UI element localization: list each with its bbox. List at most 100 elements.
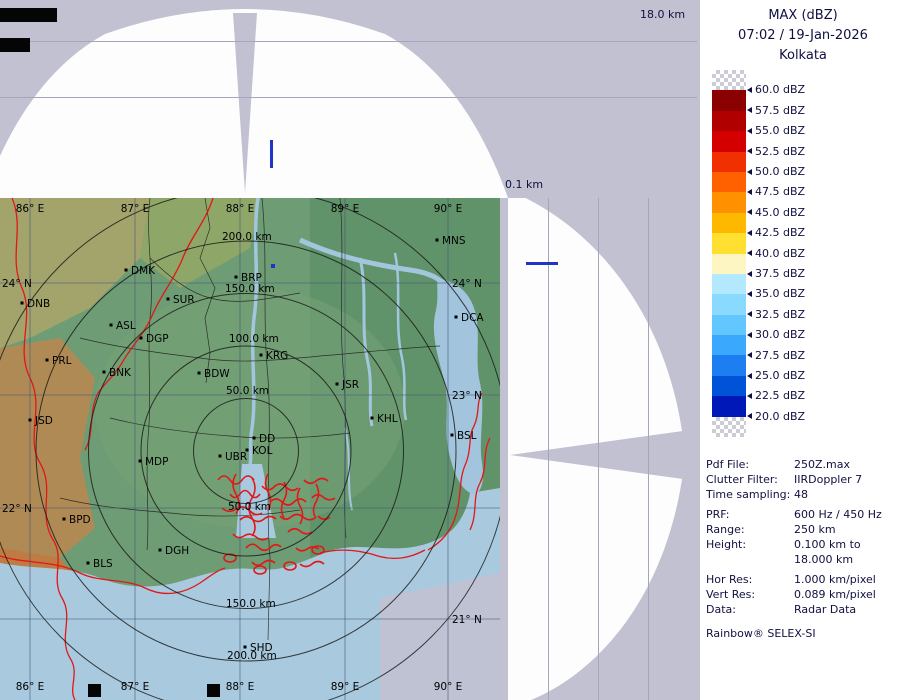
legend-label-text: 52.5 dBZ bbox=[755, 145, 805, 158]
city-dot bbox=[29, 419, 32, 422]
city-label: PRL bbox=[52, 355, 72, 367]
legend-cell bbox=[712, 274, 746, 294]
lon-label: 90° E bbox=[434, 203, 463, 215]
city-dot bbox=[159, 549, 162, 552]
city-label: DD bbox=[259, 433, 275, 445]
param-value: 250Z.max bbox=[794, 457, 904, 472]
legend-label: 55.0 dBZ bbox=[747, 124, 805, 137]
legend-cell bbox=[712, 376, 746, 396]
param-label: Vert Res: bbox=[706, 587, 794, 602]
city-label: KRG bbox=[266, 350, 288, 362]
city-dot bbox=[87, 562, 90, 565]
legend-cell bbox=[712, 192, 746, 212]
lon-label: 90° E bbox=[434, 681, 463, 693]
city-dot bbox=[336, 383, 339, 386]
legend-label: 47.5 dBZ bbox=[747, 185, 805, 198]
city-dot bbox=[235, 276, 238, 279]
lon-label: 87° E bbox=[121, 203, 150, 215]
city-label: MNS bbox=[442, 235, 466, 247]
param-label: Pdf File: bbox=[706, 457, 794, 472]
top-left-box bbox=[0, 8, 57, 22]
param-row: 18.000 km bbox=[706, 552, 904, 567]
legend-label: 37.5 dBZ bbox=[747, 267, 805, 280]
city-label: DGP bbox=[146, 333, 169, 345]
legend-label-text: 27.5 dBZ bbox=[755, 349, 805, 362]
legend-label: 20.0 dBZ bbox=[747, 410, 805, 423]
city-label: BSL bbox=[457, 430, 477, 442]
legend-cell bbox=[712, 152, 746, 172]
legend-cell bbox=[712, 111, 746, 131]
lat-label: 24° N bbox=[2, 278, 32, 290]
legend-label-text: 55.0 dBZ bbox=[755, 124, 805, 137]
param-row: Hor Res:1.000 km/pixel bbox=[706, 572, 904, 587]
city-label: MDP bbox=[145, 456, 168, 468]
city-dot bbox=[198, 372, 201, 375]
legend-cell bbox=[712, 131, 746, 151]
legend-label-text: 32.5 dBZ bbox=[755, 308, 805, 321]
product-timestamp: 07:02 / 19-Jan-2026 bbox=[700, 28, 906, 43]
range-ring-label: 150.0 km bbox=[226, 598, 276, 610]
legend-tick-icon bbox=[747, 189, 752, 195]
city-dot bbox=[253, 437, 256, 440]
legend-cell bbox=[712, 70, 746, 90]
legend-cell bbox=[712, 294, 746, 314]
city-label: KOL bbox=[252, 445, 273, 457]
legend-tick-icon bbox=[747, 230, 752, 236]
legend-label-text: 40.0 dBZ bbox=[755, 247, 805, 260]
legend-tick-icon bbox=[747, 128, 752, 134]
legend-cell bbox=[712, 315, 746, 335]
legend-label-text: 30.0 dBZ bbox=[755, 328, 805, 341]
legend-tick-icon bbox=[747, 352, 752, 358]
city-dot bbox=[455, 316, 458, 319]
city-label: DNB bbox=[27, 298, 50, 310]
city-dot bbox=[219, 455, 222, 458]
param-value: 0.100 km to bbox=[794, 537, 904, 552]
city-label: BPD bbox=[69, 514, 91, 526]
legend-tick-icon bbox=[747, 413, 752, 419]
legend-cell bbox=[712, 335, 746, 355]
legend-cell bbox=[712, 233, 746, 253]
legend-label: 60.0 dBZ bbox=[747, 83, 805, 96]
legend-tick-icon bbox=[747, 148, 752, 154]
legend-label: 32.5 dBZ bbox=[747, 308, 805, 321]
product-title: MAX (dBZ) bbox=[700, 8, 906, 23]
param-value: 600 Hz / 450 Hz bbox=[794, 507, 904, 522]
legend-label-text: 37.5 dBZ bbox=[755, 267, 805, 280]
vertical-panel-top bbox=[0, 0, 700, 198]
lon-label: 88° E bbox=[226, 681, 255, 693]
legend-label: 52.5 dBZ bbox=[747, 145, 805, 158]
param-rows: Pdf File:250Z.maxClutter Filter:IIRDoppl… bbox=[706, 457, 904, 617]
range-ring-label: 50.0 km bbox=[228, 501, 271, 513]
lon-label: 86° E bbox=[16, 203, 45, 215]
param-value: 48 bbox=[794, 487, 904, 502]
legend-label: 40.0 dBZ bbox=[747, 247, 805, 260]
legend-label: 30.0 dBZ bbox=[747, 328, 805, 341]
vertical-panel-top-canvas bbox=[0, 0, 700, 198]
city-dot bbox=[167, 298, 170, 301]
legend-label-text: 42.5 dBZ bbox=[755, 226, 805, 239]
vertical-panel-side-canvas bbox=[500, 198, 700, 700]
param-list: Pdf File:250Z.maxClutter Filter:IIRDoppl… bbox=[706, 457, 904, 641]
city-label: BRP bbox=[241, 272, 262, 284]
legend-tick-icon bbox=[747, 169, 752, 175]
city-label: ASL bbox=[116, 320, 136, 332]
legend-label-text: 50.0 dBZ bbox=[755, 165, 805, 178]
city-label: BNK bbox=[109, 367, 132, 379]
param-value: 1.000 km/pixel bbox=[794, 572, 904, 587]
legend-label-text: 45.0 dBZ bbox=[755, 206, 805, 219]
city-label: SUR bbox=[173, 294, 195, 306]
city-dot bbox=[139, 460, 142, 463]
param-label: Height: bbox=[706, 537, 794, 552]
param-value: 18.000 km bbox=[794, 552, 904, 567]
legend-label: 35.0 dBZ bbox=[747, 287, 805, 300]
height-axis-max-label: 18.0 km bbox=[640, 8, 685, 21]
echo-column-mark bbox=[270, 140, 273, 168]
legend-tick-icon bbox=[747, 311, 752, 317]
param-row: PRF:600 Hz / 450 Hz bbox=[706, 507, 904, 522]
param-label: Hor Res: bbox=[706, 572, 794, 587]
param-label: PRF: bbox=[706, 507, 794, 522]
legend-label: 22.5 dBZ bbox=[747, 389, 805, 402]
city-dot bbox=[21, 302, 24, 305]
bottom-box bbox=[88, 684, 101, 697]
city-dot bbox=[260, 354, 263, 357]
